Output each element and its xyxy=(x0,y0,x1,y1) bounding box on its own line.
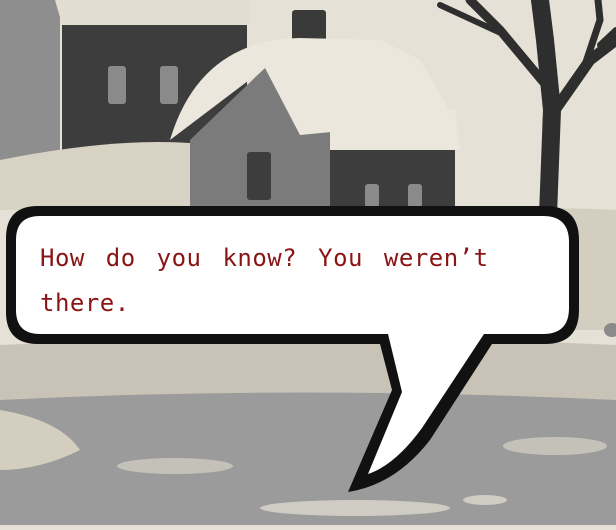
door xyxy=(247,152,271,200)
window xyxy=(408,184,422,208)
puddle xyxy=(463,495,507,505)
window xyxy=(108,66,126,104)
window xyxy=(160,66,178,104)
snow-band xyxy=(0,337,616,400)
chimney xyxy=(292,10,326,42)
puddle xyxy=(503,437,607,455)
puddle xyxy=(117,458,233,474)
left-hill xyxy=(0,0,60,170)
dialogue-text: How do you know? You weren’t there. xyxy=(40,244,489,317)
window xyxy=(365,184,379,208)
puddle xyxy=(260,500,450,516)
game-scene: How do you know? You weren’t there. xyxy=(0,0,616,525)
dark-house-right xyxy=(330,105,460,210)
